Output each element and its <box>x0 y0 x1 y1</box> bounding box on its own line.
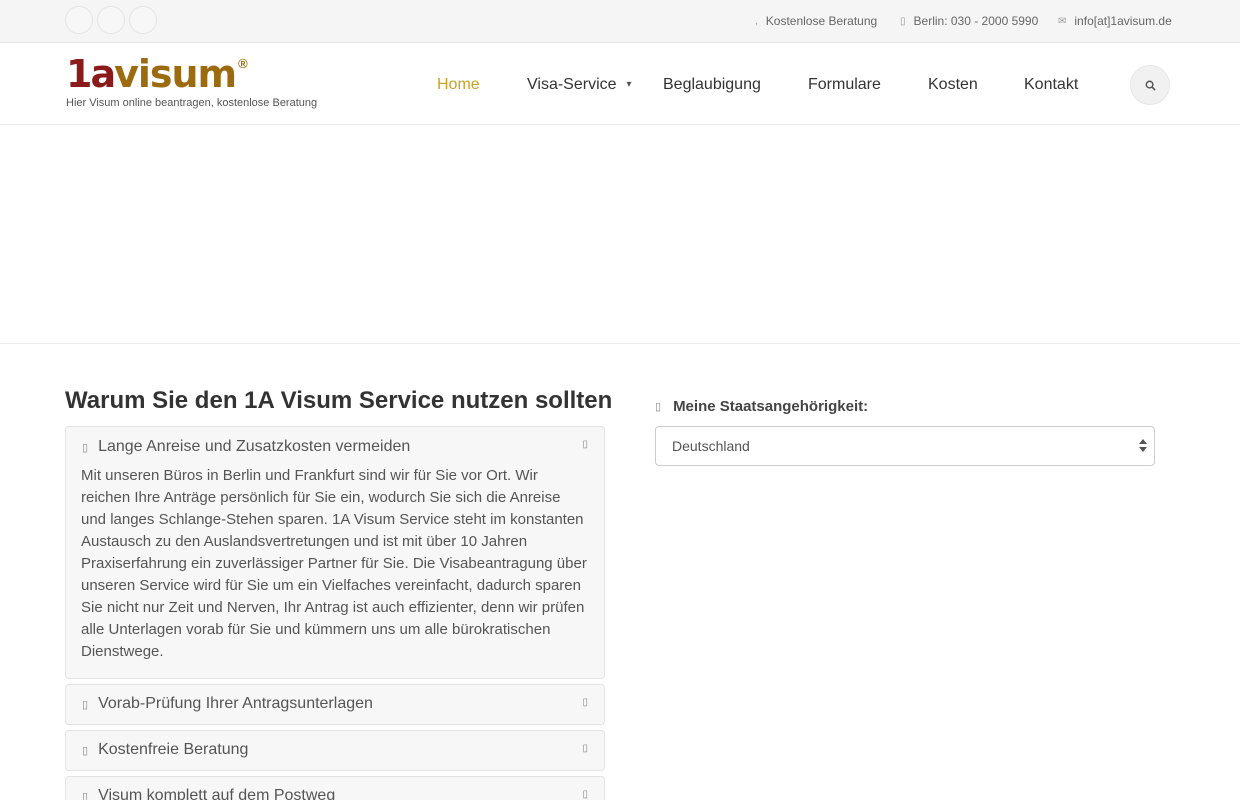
phone-text: Berlin: 030 - 2000 5990 <box>913 14 1039 28</box>
twitter-icon[interactable] <box>97 6 125 34</box>
accordion-header[interactable]: ▯ Kostenfreie Beratung ▯ <box>66 731 604 769</box>
facebook-icon[interactable] <box>65 6 93 34</box>
consult-text: Kostenlose Beratung <box>765 14 878 28</box>
title-bold: 1A Visum Service <box>244 387 445 414</box>
info-icon: ▯ <box>82 790 89 800</box>
email-text: info[at]1avisum.de <box>1074 14 1172 28</box>
title-post: nutzen sollten <box>444 387 613 414</box>
nationality-value: Deutschland <box>672 438 750 454</box>
expand-icon: ▯ <box>582 743 588 754</box>
site-header: 1a visum ® Hier Visum online beantragen,… <box>0 44 1240 125</box>
title-pre: Warum Sie den <box>65 387 245 414</box>
accordion-title: Visum komplett auf dem Postweg <box>98 787 336 800</box>
accordion-header[interactable]: ▯ Lange Anreise und Zusatzkosten vermeid… <box>66 427 604 465</box>
accordion-panel: ▯ Vorab-Prüfung Ihrer Antragsunterlagen … <box>65 684 605 725</box>
logo[interactable]: 1a visum ® <box>66 52 248 96</box>
nationality-select[interactable]: Deutschland <box>655 426 1155 466</box>
social-links <box>65 6 157 34</box>
logo-word: visum <box>114 52 237 96</box>
collapse-icon: ▯ <box>582 439 588 450</box>
nav-visa-service[interactable]: Visa-Service ▾ <box>527 76 632 94</box>
info-icon: ▯ <box>82 744 89 757</box>
accordion-panel: ▯ Visum komplett auf dem Postweg ▯ <box>65 776 605 800</box>
nav-home[interactable]: Home <box>437 76 480 94</box>
accordion-title: Vorab-Prüfung Ihrer Antragsunterlagen <box>98 695 373 712</box>
accordion-panel: ▯ Kostenfreie Beratung ▯ <box>65 730 605 771</box>
chevron-down-icon: ▾ <box>626 79 632 90</box>
top-bar: , Kostenlose Beratung ▯ Berlin: 030 - 20… <box>0 0 1240 43</box>
nav-beglaubigung[interactable]: Beglaubigung <box>663 76 761 94</box>
logo-registered: ® <box>238 56 248 71</box>
flag-icon: ▯ <box>655 401 662 413</box>
phone-info[interactable]: ▯ Berlin: 030 - 2000 5990 <box>900 14 1038 28</box>
nav-visa-label: Visa-Service <box>527 76 617 93</box>
accordion-title: Kostenfreie Beratung <box>98 741 249 758</box>
comment-icon: , <box>755 15 758 27</box>
info-icon: ▯ <box>82 698 89 711</box>
nav-kontakt[interactable]: Kontakt <box>1024 76 1078 94</box>
logo-number: 1a <box>66 52 116 96</box>
accordion-header[interactable]: ▯ Vorab-Prüfung Ihrer Antragsunterlagen … <box>66 685 604 723</box>
info-icon: ▯ <box>82 441 89 454</box>
nationality-label-text: Meine Staatsangehörigkeit: <box>673 398 869 415</box>
accordion-title: Lange Anreise und Zusatzkosten vermeiden <box>98 438 411 455</box>
nav-formulare[interactable]: Formulare <box>808 76 881 94</box>
expand-icon: ▯ <box>582 789 588 800</box>
nav-kosten[interactable]: Kosten <box>928 76 978 94</box>
search-icon <box>1145 80 1156 91</box>
accordion-header[interactable]: ▯ Visum komplett auf dem Postweg ▯ <box>66 777 604 800</box>
page-title: Warum Sie den 1A Visum Service nutzen so… <box>65 387 612 415</box>
banner-area <box>0 125 1240 344</box>
phone-icon: ▯ <box>900 15 906 27</box>
select-arrow-icon <box>1138 439 1148 453</box>
expand-icon: ▯ <box>582 697 588 708</box>
consult-info[interactable]: , Kostenlose Beratung <box>755 14 877 28</box>
nationality-label: ▯ Meine Staatsangehörigkeit: <box>655 398 868 415</box>
tagline: Hier Visum online beantragen, kostenlose… <box>66 97 318 109</box>
google-plus-icon[interactable] <box>129 6 157 34</box>
email-info[interactable]: ✉ info[at]1avisum.de <box>1058 14 1172 28</box>
accordion-panel: ▯ Lange Anreise und Zusatzkosten vermeid… <box>65 426 605 679</box>
envelope-icon: ✉ <box>1058 15 1067 27</box>
accordion-body: Mit unseren Büros in Berlin und Frankfur… <box>81 467 587 660</box>
search-button[interactable] <box>1130 65 1170 105</box>
